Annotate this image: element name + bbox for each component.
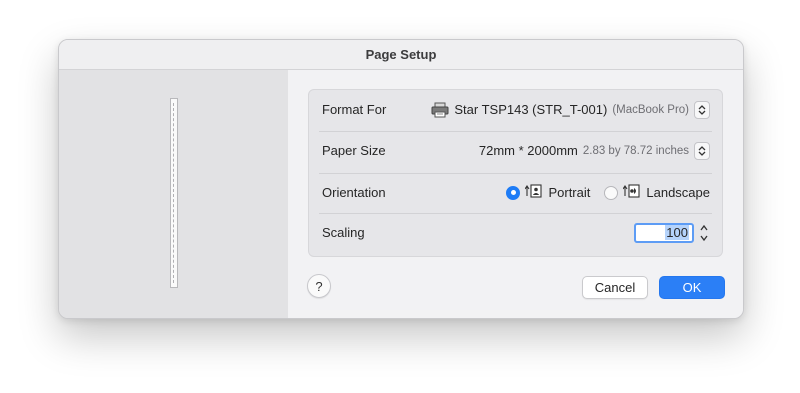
cancel-button[interactable]: Cancel bbox=[582, 276, 648, 299]
format-for-row: Format For Star TSP143 (STR_T-001) (MacB… bbox=[322, 90, 710, 129]
scaling-row: Scaling 100 bbox=[322, 213, 710, 252]
paper-preview bbox=[170, 98, 178, 288]
orientation-row: Orientation Portrait Landscape bbox=[322, 173, 710, 212]
settings-group: Format For Star TSP143 (STR_T-001) (MacB… bbox=[308, 89, 723, 257]
ok-button[interactable]: OK bbox=[659, 276, 725, 299]
format-for-chevron-icon bbox=[694, 100, 710, 119]
scaling-stepper[interactable] bbox=[697, 222, 710, 244]
paper-size-label: Paper Size bbox=[322, 143, 386, 158]
paper-size-row: Paper Size 72mm * 2000mm 2.83 by 78.72 i… bbox=[322, 131, 710, 170]
portrait-label: Portrait bbox=[548, 185, 591, 200]
orientation-label: Orientation bbox=[322, 185, 386, 200]
page-preview-pane bbox=[59, 70, 288, 318]
orientation-landscape-option[interactable]: Landscape bbox=[604, 184, 710, 201]
settings-pane: Format For Star TSP143 (STR_T-001) (MacB… bbox=[288, 70, 743, 318]
portrait-radio[interactable] bbox=[506, 185, 521, 200]
help-button[interactable]: ? bbox=[307, 274, 331, 298]
format-for-popup[interactable]: Star TSP143 (STR_T-001) (MacBook Pro) bbox=[431, 100, 710, 119]
page-setup-dialog: Page Setup Format For Star TSP143 (STR_T… bbox=[58, 39, 744, 319]
scaling-control: 100 bbox=[634, 222, 710, 244]
format-for-sub: (MacBook Pro) bbox=[612, 103, 689, 116]
landscape-label: Landscape bbox=[646, 185, 710, 200]
paper-size-chevron-icon bbox=[694, 141, 710, 160]
format-for-label: Format For bbox=[322, 102, 387, 117]
portrait-icon bbox=[525, 184, 543, 201]
paper-size-sub: 2.83 by 78.72 inches bbox=[582, 144, 689, 157]
paper-size-popup[interactable]: 72mm * 2000mm 2.83 by 78.72 inches bbox=[478, 141, 710, 160]
orientation-portrait-option[interactable]: Portrait bbox=[506, 184, 590, 201]
paper-size-value: 72mm * 2000mm bbox=[478, 143, 578, 158]
dialog-title: Page Setup bbox=[59, 40, 743, 70]
landscape-icon bbox=[622, 184, 641, 201]
format-for-printer: Star TSP143 (STR_T-001) bbox=[454, 102, 608, 117]
printer-icon bbox=[431, 102, 449, 118]
orientation-options: Portrait Landscape bbox=[506, 184, 710, 201]
landscape-radio[interactable] bbox=[604, 185, 619, 200]
scaling-input[interactable]: 100 bbox=[634, 222, 694, 243]
scaling-value: 100 bbox=[665, 225, 689, 240]
scaling-label: Scaling bbox=[322, 225, 365, 240]
